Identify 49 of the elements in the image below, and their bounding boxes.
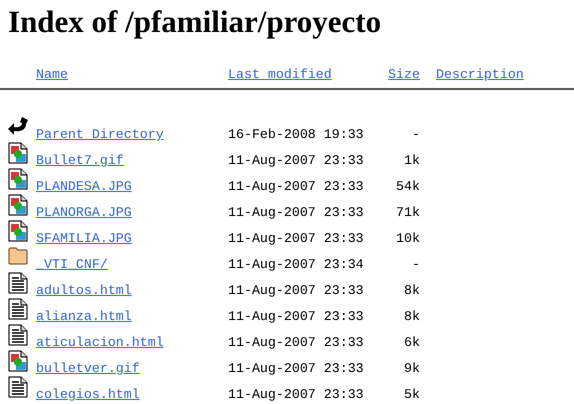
modified-date: 11-Aug-2007 23:33	[228, 283, 365, 298]
file-size: 6k	[404, 335, 420, 350]
file-link[interactable]: colegios.html	[36, 387, 140, 402]
modified-date: 11-Aug-2007 23:33	[228, 387, 365, 402]
file-link[interactable]: PLANDESA.JPG	[36, 179, 132, 194]
file-link[interactable]: alianza.html	[36, 309, 132, 324]
column-header-link[interactable]: Last modified	[228, 67, 332, 82]
file-link[interactable]: Bullet7.gif	[36, 153, 124, 168]
file-link[interactable]: bulletver.gif	[36, 361, 140, 376]
modified-date: 16-Feb-2008 19:33	[228, 127, 365, 142]
modified-date: 11-Aug-2007 23:33	[228, 231, 365, 246]
column-header-link[interactable]: Size	[388, 67, 420, 82]
file-size: 54k	[396, 179, 420, 194]
modified-date: 11-Aug-2007 23:33	[228, 205, 365, 220]
image-file-icon	[8, 142, 28, 164]
file-link[interactable]: aticulacion.html	[36, 335, 164, 350]
image-file-icon	[8, 194, 28, 216]
file-size: -	[412, 257, 420, 272]
text-file-icon	[8, 324, 28, 346]
file-link[interactable]: PLANORGA.JPG	[36, 205, 132, 220]
file-size: 8k	[404, 283, 420, 298]
image-file-icon	[8, 168, 28, 190]
image-file-icon	[8, 220, 28, 242]
text-file-icon	[8, 272, 28, 294]
file-size: 1k	[404, 153, 420, 168]
file-size: 10k	[396, 231, 420, 246]
modified-date: 11-Aug-2007 23:33	[228, 309, 365, 324]
text-file-icon	[8, 376, 28, 398]
file-link[interactable]: Parent Directory	[36, 127, 164, 142]
column-header-link[interactable]: Name	[36, 67, 68, 82]
file-size: -	[412, 127, 420, 142]
file-size: 71k	[396, 205, 420, 220]
modified-date: 11-Aug-2007 23:33	[228, 335, 365, 350]
file-link[interactable]: adultos.html	[36, 283, 132, 298]
column-header-link[interactable]: Description	[436, 67, 524, 82]
page-title: Index of /pfamiliar/proyecto	[8, 4, 382, 40]
text-file-icon	[8, 298, 28, 320]
file-link[interactable]: SFAMILIA.JPG	[36, 231, 132, 246]
folder-icon	[8, 246, 28, 266]
back-arrow-icon	[8, 116, 30, 136]
file-size: 9k	[404, 361, 420, 376]
modified-date: 11-Aug-2007 23:33	[228, 153, 365, 168]
image-file-icon	[8, 350, 28, 372]
file-link[interactable]: _VTI_CNF/	[36, 257, 108, 272]
file-size: 5k	[404, 387, 420, 402]
modified-date: 11-Aug-2007 23:33	[228, 361, 365, 376]
file-size: 8k	[404, 309, 420, 324]
modified-date: 11-Aug-2007 23:33	[228, 179, 365, 194]
modified-date: 11-Aug-2007 23:34	[228, 257, 365, 272]
